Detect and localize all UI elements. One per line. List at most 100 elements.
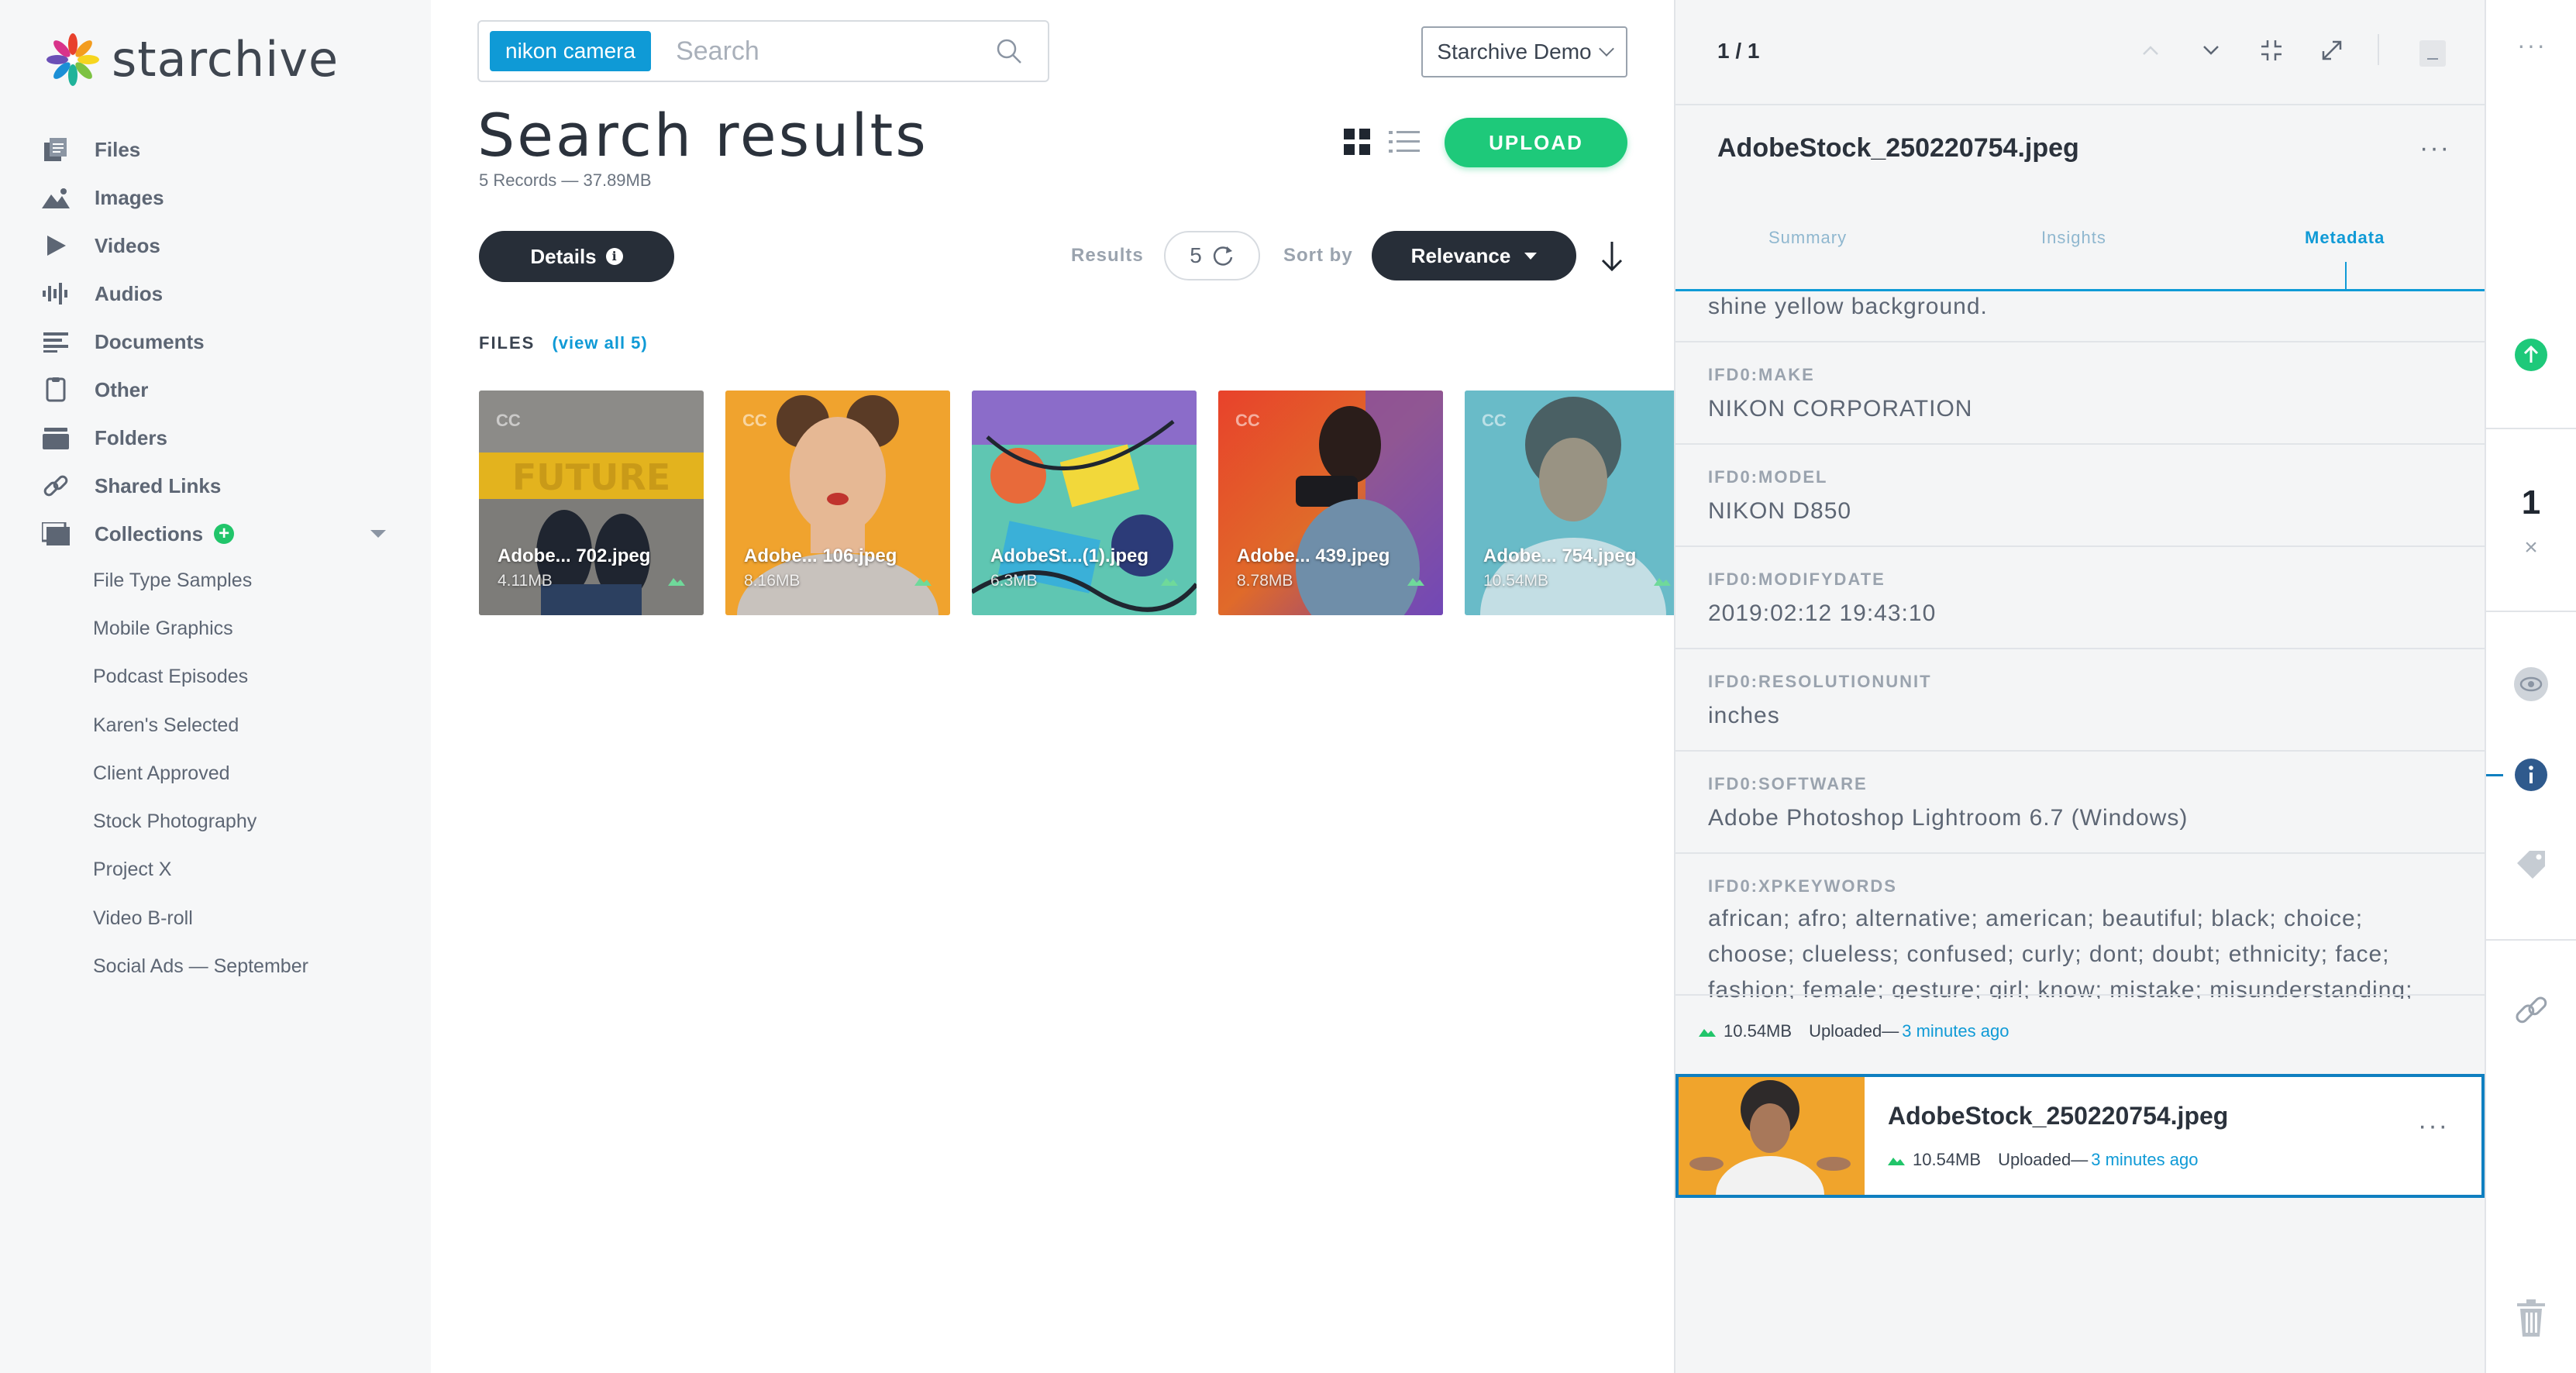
search-input[interactable]: Search — [676, 36, 994, 67]
file-thumbnail — [1679, 1077, 1865, 1195]
info-icon[interactable] — [2514, 758, 2548, 792]
results-label: Results — [1071, 245, 1144, 266]
file-grid: FUTURE CC Adobe... 702.jpeg 4.11MB CC Ad… — [479, 391, 1674, 615]
list-view-icon[interactable] — [1389, 129, 1420, 155]
divider — [1675, 545, 2485, 547]
collection-item[interactable]: Social Ads — September — [93, 942, 308, 990]
file-size: 6.3MB — [990, 572, 1038, 590]
sidebar-item-shared-links[interactable]: Shared Links — [40, 462, 397, 510]
collection-item[interactable]: File Type Samples — [93, 556, 308, 604]
file-name: Adobe... 439.jpeg — [1237, 545, 1390, 566]
cc-badge: CC — [496, 411, 521, 430]
collection-item[interactable]: Project X — [93, 846, 308, 894]
metadata-key: IFD0:XPKEYWORDS — [1708, 876, 1897, 896]
file-name: AdobeSt...(1).jpeg — [990, 545, 1149, 566]
more-options-icon[interactable]: ··· — [2517, 31, 2547, 60]
metadata-value: 2019:02:12 19:43:10 — [1708, 600, 1937, 626]
sort-dropdown[interactable]: Relevance — [1372, 231, 1576, 280]
sidebar-item-label: Videos — [95, 233, 160, 257]
tab-metadata[interactable]: Metadata — [2305, 228, 2385, 248]
card-size: 10.54MB — [1913, 1150, 1982, 1169]
minimize-icon[interactable] — [2419, 40, 2446, 67]
active-indicator — [2486, 774, 2503, 776]
selection-count: 1 — [2521, 483, 2541, 521]
view-all-link[interactable]: (view all 5) — [552, 333, 647, 353]
collection-item[interactable]: Video B-roll — [93, 894, 308, 942]
metadata-value: NIKON D850 — [1708, 498, 1852, 524]
files-section-label: FILES (view all 5) — [479, 333, 648, 353]
sidebar-item-collections[interactable]: Collections + — [40, 510, 397, 558]
collection-item[interactable]: Client Approved — [93, 749, 308, 797]
divider — [1675, 648, 2485, 649]
sidebar-item-documents[interactable]: Documents — [40, 318, 397, 366]
tab-insights[interactable]: Insights — [2041, 228, 2106, 248]
upload-time: 3 minutes ago — [1902, 1021, 2009, 1041]
sidebar-item-other[interactable]: Other — [40, 366, 397, 414]
sort-direction-icon[interactable] — [1596, 239, 1627, 274]
file-name: Adobe... 106.jpeg — [744, 545, 897, 566]
divider — [1675, 104, 2485, 105]
starchive-logo-icon — [46, 33, 99, 86]
file-card[interactable]: CC Adobe... 106.jpeg 8.16MB — [725, 391, 950, 615]
eye-icon[interactable] — [2513, 666, 2549, 702]
collection-item[interactable]: Stock Photography — [93, 797, 308, 845]
file-card[interactable]: CC Adobe... 439.jpeg 8.78MB — [1218, 391, 1443, 615]
sidebar-item-label: Files — [95, 137, 141, 161]
search-icon[interactable] — [994, 36, 1025, 67]
link-icon[interactable] — [2514, 993, 2548, 1027]
chevron-down-icon[interactable] — [370, 530, 386, 538]
results-count-button[interactable]: 5 — [1164, 231, 1260, 280]
image-type-icon — [1699, 1029, 1716, 1037]
workspace-select[interactable]: Starchive Demo — [1421, 26, 1627, 77]
chevron-up-icon[interactable] — [2137, 37, 2164, 64]
search-bar[interactable]: nikon camera Search — [477, 20, 1049, 82]
videos-icon — [40, 230, 71, 261]
logo[interactable]: starchive — [45, 31, 339, 88]
collection-item[interactable]: Karen's Selected — [93, 701, 308, 749]
file-card[interactable]: AdobeSt...(1).jpeg 6.3MB — [972, 391, 1197, 615]
collection-item[interactable]: Podcast Episodes — [93, 653, 308, 701]
search-chip[interactable]: nikon camera — [490, 31, 652, 71]
add-collection-icon[interactable]: + — [214, 524, 235, 544]
grid-view-icon[interactable] — [1344, 129, 1370, 155]
details-label: Details — [530, 244, 597, 268]
divider — [2378, 34, 2379, 65]
file-card[interactable]: FUTURE CC Adobe... 702.jpeg 4.11MB — [479, 391, 704, 615]
file-card[interactable]: CC Adobe... 754.jpeg 10.54MB — [1465, 391, 1674, 615]
trash-icon[interactable] — [2514, 1299, 2548, 1337]
divider — [1675, 443, 2485, 445]
upload-arrow-icon[interactable] — [2514, 338, 2548, 372]
details-button[interactable]: Details i — [479, 231, 674, 282]
close-icon[interactable]: × — [2486, 535, 2576, 561]
sidebar-item-images[interactable]: Images — [40, 174, 397, 222]
collection-item[interactable]: Mobile Graphics — [93, 604, 308, 652]
divider — [1675, 750, 2485, 752]
image-type-icon — [1161, 578, 1178, 586]
sidebar-item-label: Shared Links — [95, 473, 222, 497]
tag-icon[interactable] — [2514, 848, 2548, 882]
file-size: 8.78MB — [1237, 572, 1293, 590]
upload-button[interactable]: UPLOAD — [1445, 118, 1627, 167]
sidebar-item-folders[interactable]: Folders — [40, 414, 397, 462]
expand-icon[interactable] — [2319, 37, 2345, 64]
more-options-icon[interactable]: ··· — [2419, 135, 2450, 161]
collapse-icon[interactable] — [2258, 37, 2285, 64]
selected-file-card[interactable]: AdobeStock_250220754.jpeg 10.54MB Upload… — [1675, 1074, 2485, 1198]
refresh-icon — [1213, 246, 1233, 266]
chevron-down-icon[interactable] — [2198, 37, 2224, 64]
more-options-icon[interactable]: ··· — [2418, 1113, 2449, 1139]
upload-prefix: Uploaded— — [1809, 1021, 1899, 1041]
collections-icon — [40, 518, 71, 549]
file-size: 4.11MB — [498, 572, 553, 590]
metadata-key: IFD0:MAKE — [1708, 365, 1815, 384]
sidebar: starchive Files Images Videos Audios Doc… — [0, 0, 431, 1373]
tab-summary[interactable]: Summary — [1768, 228, 1847, 248]
workspace-label: Starchive Demo — [1437, 40, 1592, 64]
sidebar-item-files[interactable]: Files — [40, 126, 397, 174]
image-type-icon — [1888, 1158, 1905, 1165]
card-upload-time: 3 minutes ago — [2091, 1150, 2199, 1169]
card-upload-prefix: Uploaded— — [1998, 1150, 2089, 1169]
image-type-icon — [1654, 578, 1671, 586]
sidebar-item-audios[interactable]: Audios — [40, 270, 397, 318]
sidebar-item-videos[interactable]: Videos — [40, 222, 397, 270]
